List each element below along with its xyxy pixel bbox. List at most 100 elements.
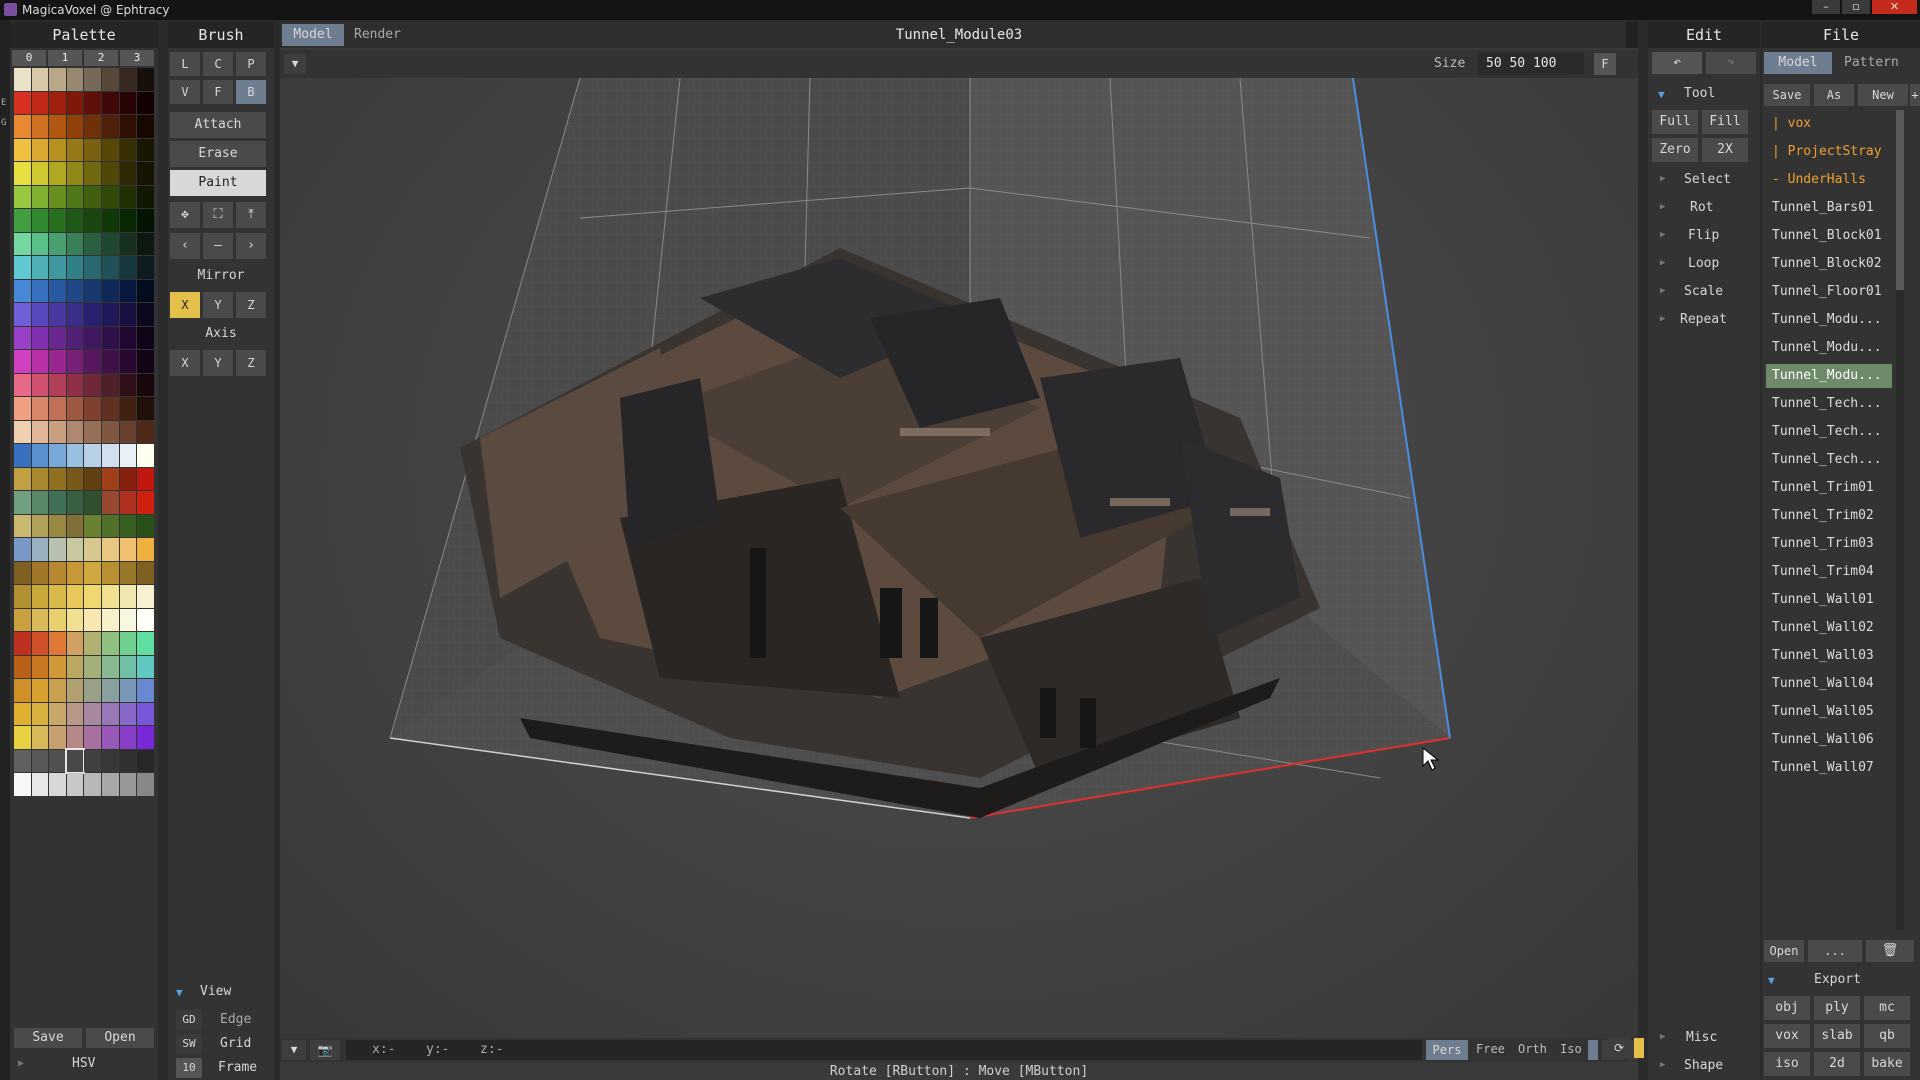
palette-swatch[interactable]: [14, 749, 31, 772]
tool-fill-button[interactable]: Fill: [1702, 110, 1748, 134]
view-label[interactable]: View: [200, 984, 231, 999]
palette-swatch[interactable]: [102, 444, 119, 467]
palette-swatch[interactable]: [84, 91, 101, 114]
close-button[interactable]: ✕: [1872, 0, 1917, 14]
palette-swatch[interactable]: [66, 679, 84, 702]
palette-swatch[interactable]: [14, 350, 31, 373]
palette-swatch[interactable]: [84, 185, 101, 208]
palette-swatch[interactable]: [49, 514, 66, 537]
palette-swatch[interactable]: [49, 702, 66, 725]
palette-swatch[interactable]: [84, 702, 101, 725]
palette-swatch[interactable]: [102, 467, 119, 490]
file-save-as-button[interactable]: As: [1814, 84, 1854, 106]
palette-swatch[interactable]: [84, 138, 101, 161]
palette-col-1[interactable]: 1: [48, 50, 82, 66]
palette-swatch[interactable]: [49, 279, 66, 302]
palette-swatch[interactable]: [31, 279, 49, 302]
palette-swatch[interactable]: [119, 467, 137, 490]
palette-swatch[interactable]: [49, 679, 66, 702]
palette-swatch[interactable]: [119, 749, 137, 772]
palette-swatch[interactable]: [84, 444, 101, 467]
side-strip-e-icon[interactable]: E: [1, 98, 6, 108]
redo-icon[interactable]: ↷: [1706, 52, 1756, 74]
file-list-item[interactable]: Tunnel_Wall03: [1772, 644, 1892, 668]
palette-swatch[interactable]: [84, 514, 101, 537]
palette-swatch[interactable]: [49, 115, 66, 138]
side-strip-g-icon[interactable]: G: [1, 118, 6, 128]
palette-swatch[interactable]: [102, 350, 119, 373]
palette-swatch[interactable]: [84, 115, 101, 138]
palette-swatch[interactable]: [31, 303, 49, 326]
palette-swatch[interactable]: [137, 585, 154, 608]
chevron-left-icon[interactable]: ‹: [170, 233, 200, 259]
export-mc-button[interactable]: mc: [1864, 996, 1910, 1020]
loop-expand-icon[interactable]: ▶: [1660, 258, 1665, 268]
palette-swatch[interactable]: [102, 209, 119, 232]
export-slab-button[interactable]: slab: [1814, 1024, 1860, 1048]
edit-select-item[interactable]: Select: [1684, 172, 1731, 187]
palette-swatch[interactable]: [49, 209, 66, 232]
attach-button[interactable]: Attach: [170, 112, 266, 138]
palette-swatch[interactable]: [137, 350, 154, 373]
mirror-z-toggle[interactable]: Z: [236, 292, 266, 318]
palette-swatch[interactable]: [14, 773, 31, 796]
hsv-expand-icon[interactable]: ▶: [18, 1058, 24, 1069]
palette-swatch[interactable]: [49, 232, 66, 255]
file-list-scroll-thumb[interactable]: [1896, 110, 1904, 290]
palette-swatch[interactable]: [84, 491, 101, 514]
palette-swatch[interactable]: [49, 491, 66, 514]
view-key-sw[interactable]: SW: [176, 1034, 202, 1054]
palette-swatch[interactable]: [84, 538, 101, 561]
trash-icon[interactable]: 🗑: [1866, 940, 1914, 962]
palette-swatch[interactable]: [84, 585, 101, 608]
palette-swatch[interactable]: [49, 632, 66, 655]
palette-swatch[interactable]: [137, 514, 154, 537]
palette-col-2[interactable]: 2: [84, 50, 118, 66]
export-collapse-icon[interactable]: ▼: [1768, 974, 1775, 987]
palette-swatch[interactable]: [66, 350, 84, 373]
file-tab-model[interactable]: Model: [1764, 52, 1832, 74]
palette-swatch[interactable]: [31, 538, 49, 561]
palette-swatch[interactable]: [102, 162, 119, 185]
file-save-button[interactable]: Save: [1764, 84, 1810, 106]
palette-swatch[interactable]: [102, 373, 119, 396]
palette-swatch[interactable]: [119, 491, 137, 514]
palette-swatch[interactable]: [84, 749, 101, 772]
edit-loop-item[interactable]: Loop: [1688, 256, 1719, 271]
mirror-y-toggle[interactable]: Y: [203, 292, 233, 318]
palette-swatch[interactable]: [66, 232, 84, 255]
palette-swatch[interactable]: [137, 138, 154, 161]
export-iso-button[interactable]: iso: [1764, 1052, 1810, 1076]
tool-collapse-icon[interactable]: ▼: [1658, 88, 1665, 101]
palette-swatch[interactable]: [49, 326, 66, 349]
palette-swatch[interactable]: [66, 632, 84, 655]
palette-swatch[interactable]: [102, 68, 119, 91]
palette-swatch[interactable]: [14, 679, 31, 702]
palette-swatch[interactable]: [137, 232, 154, 255]
palette-swatch[interactable]: [102, 514, 119, 537]
palette-swatch[interactable]: [14, 655, 31, 678]
tool-label[interactable]: Tool: [1684, 86, 1715, 101]
palette-swatch[interactable]: [137, 420, 154, 443]
palette-swatch[interactable]: [31, 679, 49, 702]
export-qb-button[interactable]: qb: [1864, 1024, 1910, 1048]
view-collapse-icon[interactable]: ▼: [176, 986, 183, 999]
palette-swatch[interactable]: [84, 726, 101, 749]
palette-swatch[interactable]: [84, 467, 101, 490]
palette-swatch[interactable]: [14, 373, 31, 396]
palette-swatch[interactable]: [31, 585, 49, 608]
palette-swatch[interactable]: [14, 91, 31, 114]
palette-swatch[interactable]: [14, 491, 31, 514]
palette-swatch[interactable]: [31, 209, 49, 232]
palette-swatch[interactable]: [31, 326, 49, 349]
shape-expand-icon[interactable]: ▶: [1660, 1060, 1665, 1070]
palette-swatch[interactable]: [137, 749, 154, 772]
palette-swatch[interactable]: [66, 655, 84, 678]
palette-swatch[interactable]: [84, 68, 101, 91]
palette-swatch[interactable]: [66, 162, 84, 185]
palette-swatch[interactable]: [102, 115, 119, 138]
palette-swatch[interactable]: [119, 115, 137, 138]
palette-swatch[interactable]: [84, 232, 101, 255]
palette-swatch[interactable]: [102, 256, 119, 279]
palette-swatch[interactable]: [31, 726, 49, 749]
